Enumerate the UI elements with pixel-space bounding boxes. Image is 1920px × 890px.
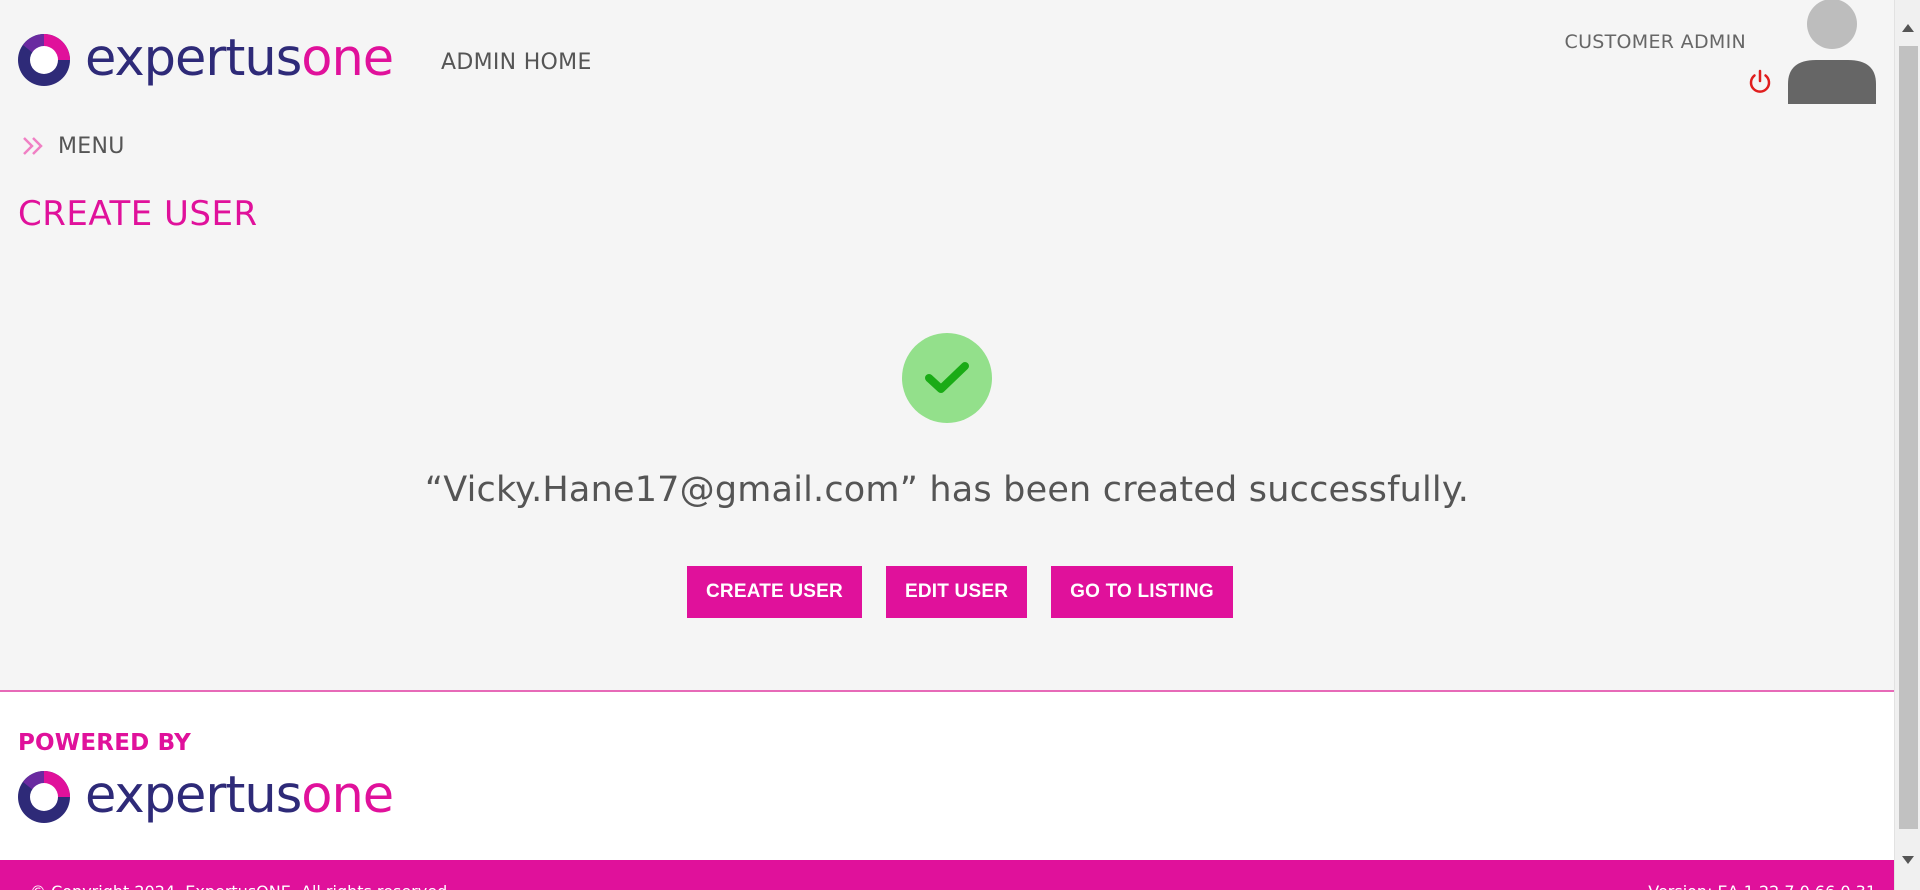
footer-logo-part1: expertus	[85, 765, 302, 825]
logo-mark-icon	[18, 34, 70, 86]
brand-logo[interactable]: expertusone	[17, 33, 394, 87]
create-user-button[interactable]: CREATE USER	[687, 566, 862, 618]
go-to-listing-button[interactable]: GO TO LISTING	[1051, 566, 1233, 618]
action-buttons: CREATE USER EDIT USER GO TO LISTING	[687, 566, 1233, 618]
logo-wordmark: expertusone	[85, 33, 394, 84]
user-avatar-icon[interactable]	[1786, 0, 1878, 104]
admin-home-link[interactable]: ADMIN HOME	[441, 50, 592, 75]
main-area: expertusone ADMIN HOME CUSTOMER ADMIN ME…	[0, 0, 1894, 690]
copyright-bar: © Copyright 2024, ExpertusONE. All right…	[0, 860, 1894, 890]
checkmark-icon	[925, 362, 969, 393]
logo-mark-icon	[18, 771, 70, 823]
copyright-text: © Copyright 2024, ExpertusONE. All right…	[30, 882, 452, 890]
menu-toggle[interactable]: MENU	[20, 132, 125, 160]
scroll-down-arrow-icon[interactable]	[1902, 856, 1914, 864]
power-icon[interactable]	[1746, 68, 1774, 96]
footer-logo-wordmark: expertusone	[85, 770, 394, 821]
menu-label: MENU	[58, 133, 125, 159]
powered-by-label: POWERED BY	[18, 730, 191, 756]
logo-part1: expertus	[85, 28, 302, 88]
success-indicator	[902, 333, 992, 423]
page-title: CREATE USER	[18, 194, 258, 234]
double-chevron-right-icon	[23, 137, 43, 155]
footer: POWERED BY expertusone	[0, 692, 1894, 860]
vertical-scrollbar[interactable]	[1894, 0, 1920, 890]
page: expertusone ADMIN HOME CUSTOMER ADMIN ME…	[0, 0, 1920, 890]
footer-logo-part2: one	[301, 765, 394, 825]
version-text: Version: EA 1.22.7.0.66.0.31	[1648, 882, 1876, 890]
scroll-up-arrow-icon[interactable]	[1902, 24, 1914, 32]
footer-logo: expertusone	[17, 770, 394, 824]
logo-part2: one	[301, 28, 394, 88]
scroll-thumb[interactable]	[1899, 46, 1918, 829]
user-role-label: CUSTOMER ADMIN	[1564, 31, 1746, 53]
edit-user-button[interactable]: EDIT USER	[885, 566, 1028, 618]
success-message: “Vicky.Hane17@gmail.com” has been create…	[424, 470, 1470, 510]
